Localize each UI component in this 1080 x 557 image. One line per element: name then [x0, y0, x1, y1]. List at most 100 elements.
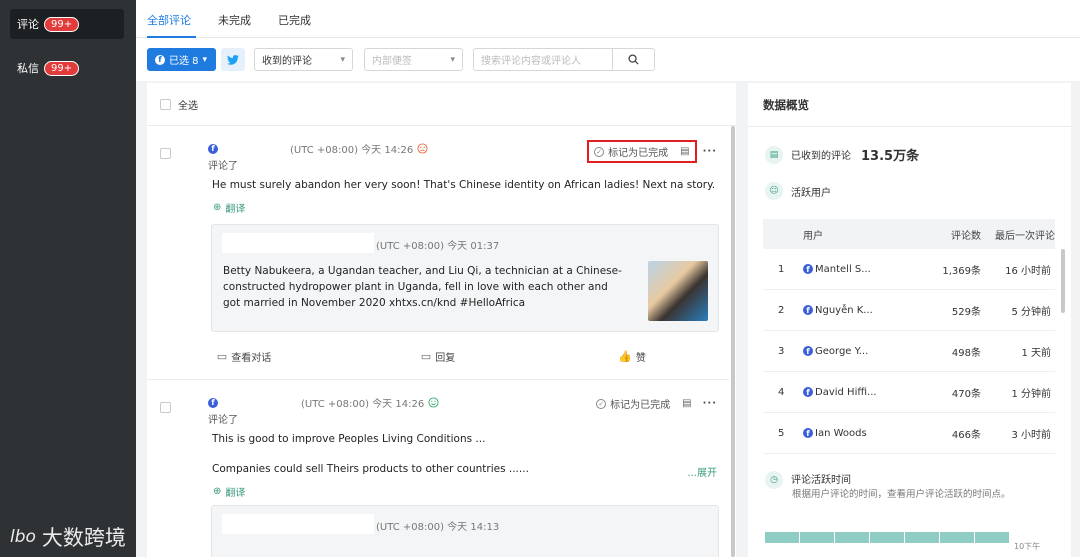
like-label: 赞: [635, 353, 646, 364]
sidebar-item-comments[interactable]: 评论 99+: [10, 9, 124, 39]
row-count: 1,369条: [942, 265, 981, 277]
heatmap-cell[interactable]: [765, 532, 799, 543]
comment-time: (UTC +08:00) 今天 14:26: [290, 145, 414, 156]
more-icon[interactable]: ···: [703, 398, 717, 409]
tab-all-comments[interactable]: 全部评论: [147, 12, 191, 28]
table-scrollbar[interactable]: [1061, 249, 1065, 313]
row-last: 1 天前: [1021, 347, 1051, 359]
view-conversation-label: 查看对话: [231, 353, 272, 364]
row-index: 5: [778, 427, 785, 439]
sidebar: 评论 99+ 私信 99+ lbo 大数跨境: [0, 0, 136, 557]
comment-actions: ✓ 标记为已完成 ▤ ···: [587, 140, 717, 163]
sidebar-item-messages[interactable]: 私信 99+: [10, 53, 124, 83]
translate-link[interactable]: ⊕ 翻译: [213, 200, 245, 215]
heatmap-cell[interactable]: [975, 532, 1009, 543]
tab-bar: 全部评论 未完成 已完成: [136, 0, 1080, 38]
heatmap-cell[interactable]: [940, 532, 974, 543]
search-placeholder: 搜索评论内容或评论人: [481, 56, 581, 67]
comment-time: (UTC +08:00) 今天 14:26: [301, 399, 425, 410]
note-icon[interactable]: ▤: [682, 398, 691, 409]
view-conversation-button[interactable]: ▭ 查看对话: [147, 349, 341, 364]
facebook-icon: f: [803, 305, 813, 315]
heatmap-cell[interactable]: [800, 532, 834, 543]
header-last: 最后一次评论: [995, 230, 1055, 242]
quoted-author-redacted: [222, 514, 374, 534]
comment-list-panel: 全选 f (UTC +08:00) 今天 14:26 评论了 ✓ 标记为已完成 …: [147, 83, 736, 557]
mark-done-button[interactable]: ✓ 标记为已完成 ▤: [587, 140, 697, 163]
activity-heatmap: [765, 532, 1009, 543]
comment-verb: 评论了: [208, 415, 238, 426]
table-row[interactable]: 2 f Nguyễn K... 529条 5 分钟前: [763, 290, 1055, 331]
comment-type-value: 收到的评论: [262, 56, 312, 67]
received-comments-value: 13.5万条: [861, 149, 920, 164]
mark-done-label: 标记为已完成: [608, 148, 669, 159]
comment-verb: 评论了: [208, 161, 238, 172]
row-user-name: Ian Woods: [815, 427, 867, 439]
quoted-post[interactable]: (UTC +08:00) 今天 01:37 Betty Nabukeera, a…: [211, 224, 719, 332]
translate-link[interactable]: ⊕ 翻译: [213, 484, 245, 499]
account-select-button[interactable]: f 已选 8 ▾: [147, 48, 216, 71]
overview-panel: 数据概览 ▤ 已收到的评论 13.5万条 ☺ 活跃用户 用户 评论数 最后一次评…: [748, 83, 1071, 557]
note-icon[interactable]: ▤: [680, 146, 689, 157]
comment-checkbox[interactable]: [160, 148, 171, 159]
comment-checkbox[interactable]: [160, 402, 171, 413]
overview-title: 数据概览: [763, 98, 809, 112]
table-row[interactable]: 1 f Mantell S... 1,369条 16 小时前: [763, 249, 1055, 290]
table-row[interactable]: 5 f Ian Woods 466条 3 小时前: [763, 413, 1055, 454]
positive-sentiment-icon: [428, 397, 439, 408]
row-index: 3: [778, 345, 785, 357]
table-row[interactable]: 4 f David Hiffi... 470条 1 分钟前: [763, 372, 1055, 413]
mark-done-button[interactable]: ✓ 标记为已完成 ▤: [591, 394, 696, 413]
quoted-post-text: Betty Nabukeera, a Ugandan teacher, and …: [223, 265, 622, 309]
search-button[interactable]: [612, 48, 655, 71]
watermark-logo: lbo: [10, 527, 36, 547]
quoted-post[interactable]: (UTC +08:00) 今天 14:13: [211, 505, 719, 557]
active-users-label: 活跃用户: [791, 187, 831, 199]
comment-text: This is good to improve Peoples Living C…: [212, 433, 486, 445]
heatmap-cell[interactable]: [905, 532, 939, 543]
chevron-down-icon: ▾: [450, 54, 455, 65]
internal-note-placeholder: 内部便签: [372, 56, 412, 67]
comment-type-select[interactable]: 收到的评论 ▾: [254, 48, 353, 71]
facebook-icon: f: [208, 397, 218, 408]
sidebar-item-label: 私信: [17, 62, 39, 75]
search-input[interactable]: 搜索评论内容或评论人: [473, 48, 613, 71]
chevron-down-icon: ▾: [202, 54, 208, 65]
activity-title-label: 评论活跃时间: [791, 475, 851, 486]
facebook-icon: f: [155, 54, 165, 65]
heatmap-cell[interactable]: [835, 532, 869, 543]
facebook-icon: f: [803, 346, 813, 356]
heatmap-cell[interactable]: [870, 532, 904, 543]
select-all-checkbox[interactable]: [160, 98, 171, 110]
quoted-author-redacted: [222, 233, 374, 253]
active-users-table-header: 用户 评论数 最后一次评论: [763, 219, 1055, 249]
comment-list-scrollbar[interactable]: [730, 126, 735, 557]
negative-sentiment-icon: [417, 143, 428, 154]
facebook-icon: f: [803, 387, 813, 397]
facebook-icon: f: [208, 143, 218, 154]
watermark: lbo 大数跨境: [10, 522, 126, 552]
twitter-filter-button[interactable]: [221, 48, 245, 71]
row-user-name: George Y...: [815, 345, 869, 357]
row-user: f Nguyễn K...: [803, 305, 911, 316]
received-comments-stat: ▤ 已收到的评论 13.5万条: [765, 145, 919, 164]
expand-link[interactable]: ...展开: [687, 464, 717, 479]
row-last: 1 分钟前: [1011, 388, 1051, 400]
row-last: 5 分钟前: [1011, 306, 1051, 318]
internal-note-select[interactable]: 内部便签 ▾: [364, 48, 463, 71]
tab-incomplete[interactable]: 未完成: [218, 12, 251, 28]
row-user-name: David Hiffi...: [815, 386, 877, 398]
twitter-icon: [227, 54, 239, 65]
tab-complete[interactable]: 已完成: [278, 12, 311, 28]
like-button[interactable]: 👍 赞: [535, 349, 729, 364]
table-row[interactable]: 3 f George Y... 498条 1 天前: [763, 331, 1055, 372]
translate-label: 翻译: [225, 204, 246, 215]
reply-button[interactable]: ▭ 回复: [341, 349, 535, 364]
row-last: 3 小时前: [1011, 429, 1051, 441]
unread-badge: 99+: [44, 60, 80, 76]
row-count: 466条: [951, 429, 981, 441]
more-icon[interactable]: ···: [703, 146, 717, 157]
scrollbar-thumb[interactable]: [731, 126, 735, 557]
quoted-post-time: (UTC +08:00) 今天 01:37: [376, 241, 500, 252]
chevron-down-icon: ▾: [340, 54, 345, 65]
